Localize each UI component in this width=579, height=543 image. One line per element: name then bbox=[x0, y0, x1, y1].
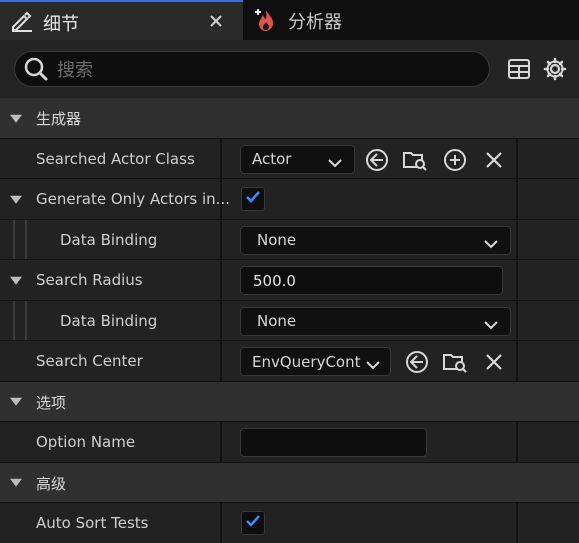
table-view-icon[interactable] bbox=[507, 57, 531, 81]
property-label: Generate Only Actors in... bbox=[36, 190, 230, 208]
dropdown-value: Actor bbox=[252, 150, 292, 168]
expand-arrow-icon[interactable] bbox=[10, 276, 22, 285]
property-grid: 生成器 Searched Actor Class Actor Generate … bbox=[0, 98, 579, 543]
flame-icon bbox=[253, 7, 279, 37]
add-icon[interactable] bbox=[442, 147, 468, 173]
expand-arrow-icon[interactable] bbox=[10, 195, 22, 204]
generate-only-actors-checkbox[interactable] bbox=[241, 187, 265, 211]
search-icon bbox=[23, 56, 49, 82]
property-label: Data Binding bbox=[60, 230, 158, 249]
row-option-name: Option Name bbox=[0, 422, 579, 463]
chevron-down-icon bbox=[484, 235, 498, 253]
clear-icon[interactable] bbox=[481, 147, 507, 173]
browse-folder-icon[interactable] bbox=[442, 349, 468, 375]
dropdown-value: None bbox=[257, 231, 297, 249]
row-search-center: Search Center EnvQueryCont bbox=[0, 341, 579, 382]
input-value: 500.0 bbox=[253, 271, 296, 290]
dropdown-value: None bbox=[257, 312, 297, 330]
category-label: 生成器 bbox=[36, 110, 82, 128]
search-placeholder: 搜索 bbox=[57, 60, 93, 81]
use-selected-icon[interactable] bbox=[404, 349, 430, 375]
data-binding-dropdown[interactable]: None bbox=[240, 306, 511, 336]
search-center-dropdown[interactable]: EnvQueryCont bbox=[240, 347, 391, 376]
tab-profiler-label: 分析器 bbox=[288, 12, 342, 33]
checkmark-icon bbox=[245, 190, 261, 208]
expand-arrow-icon[interactable] bbox=[10, 479, 22, 488]
category-options[interactable]: 选项 bbox=[0, 381, 579, 422]
use-selected-icon[interactable] bbox=[364, 147, 390, 173]
row-data-binding-1: Data Binding None bbox=[0, 219, 579, 260]
property-label: Option Name bbox=[36, 433, 136, 451]
property-label: Data Binding bbox=[60, 311, 158, 330]
category-advanced[interactable]: 高级 bbox=[0, 462, 579, 503]
search-radius-input[interactable]: 500.0 bbox=[240, 266, 503, 295]
property-label: Auto Sort Tests bbox=[36, 514, 149, 532]
actor-class-dropdown[interactable]: Actor bbox=[240, 144, 355, 174]
category-label: 高级 bbox=[36, 474, 67, 493]
clear-icon[interactable] bbox=[481, 349, 507, 375]
tab-details-label: 细节 bbox=[43, 14, 79, 35]
row-search-radius: Search Radius 500.0 bbox=[0, 260, 579, 301]
close-icon[interactable] bbox=[206, 11, 226, 31]
row-generate-only-actors: Generate Only Actors in... bbox=[0, 179, 579, 220]
property-label: Searched Actor Class bbox=[36, 149, 195, 168]
property-label: Search Center bbox=[36, 352, 143, 370]
row-data-binding-2: Data Binding None bbox=[0, 300, 579, 341]
chevron-down-icon bbox=[484, 316, 498, 334]
chevron-down-icon bbox=[366, 356, 380, 374]
category-label: 选项 bbox=[36, 393, 67, 412]
data-binding-dropdown[interactable]: None bbox=[240, 225, 511, 255]
expand-arrow-icon[interactable] bbox=[10, 114, 22, 123]
tab-profiler[interactable]: 分析器 bbox=[243, 0, 443, 40]
search-input[interactable]: 搜索 bbox=[14, 51, 490, 87]
pencil-icon bbox=[10, 10, 34, 36]
checkmark-icon bbox=[245, 514, 261, 532]
tab-bar: 细节 分析器 bbox=[0, 0, 579, 40]
property-label: Search Radius bbox=[36, 271, 143, 289]
auto-sort-tests-checkbox[interactable] bbox=[241, 511, 265, 535]
option-name-input[interactable] bbox=[240, 428, 427, 457]
chevron-down-icon bbox=[328, 154, 342, 172]
dropdown-value: EnvQueryCont bbox=[252, 352, 361, 371]
search-row: 搜索 bbox=[0, 40, 579, 98]
expand-arrow-icon[interactable] bbox=[10, 398, 22, 407]
tab-details[interactable]: 细节 bbox=[0, 0, 243, 40]
browse-folder-icon[interactable] bbox=[402, 147, 428, 173]
gear-icon[interactable] bbox=[542, 56, 568, 82]
category-spawner[interactable]: 生成器 bbox=[0, 98, 579, 139]
row-searched-actor-class: Searched Actor Class Actor bbox=[0, 138, 579, 179]
row-auto-sort-tests: Auto Sort Tests bbox=[0, 503, 579, 543]
